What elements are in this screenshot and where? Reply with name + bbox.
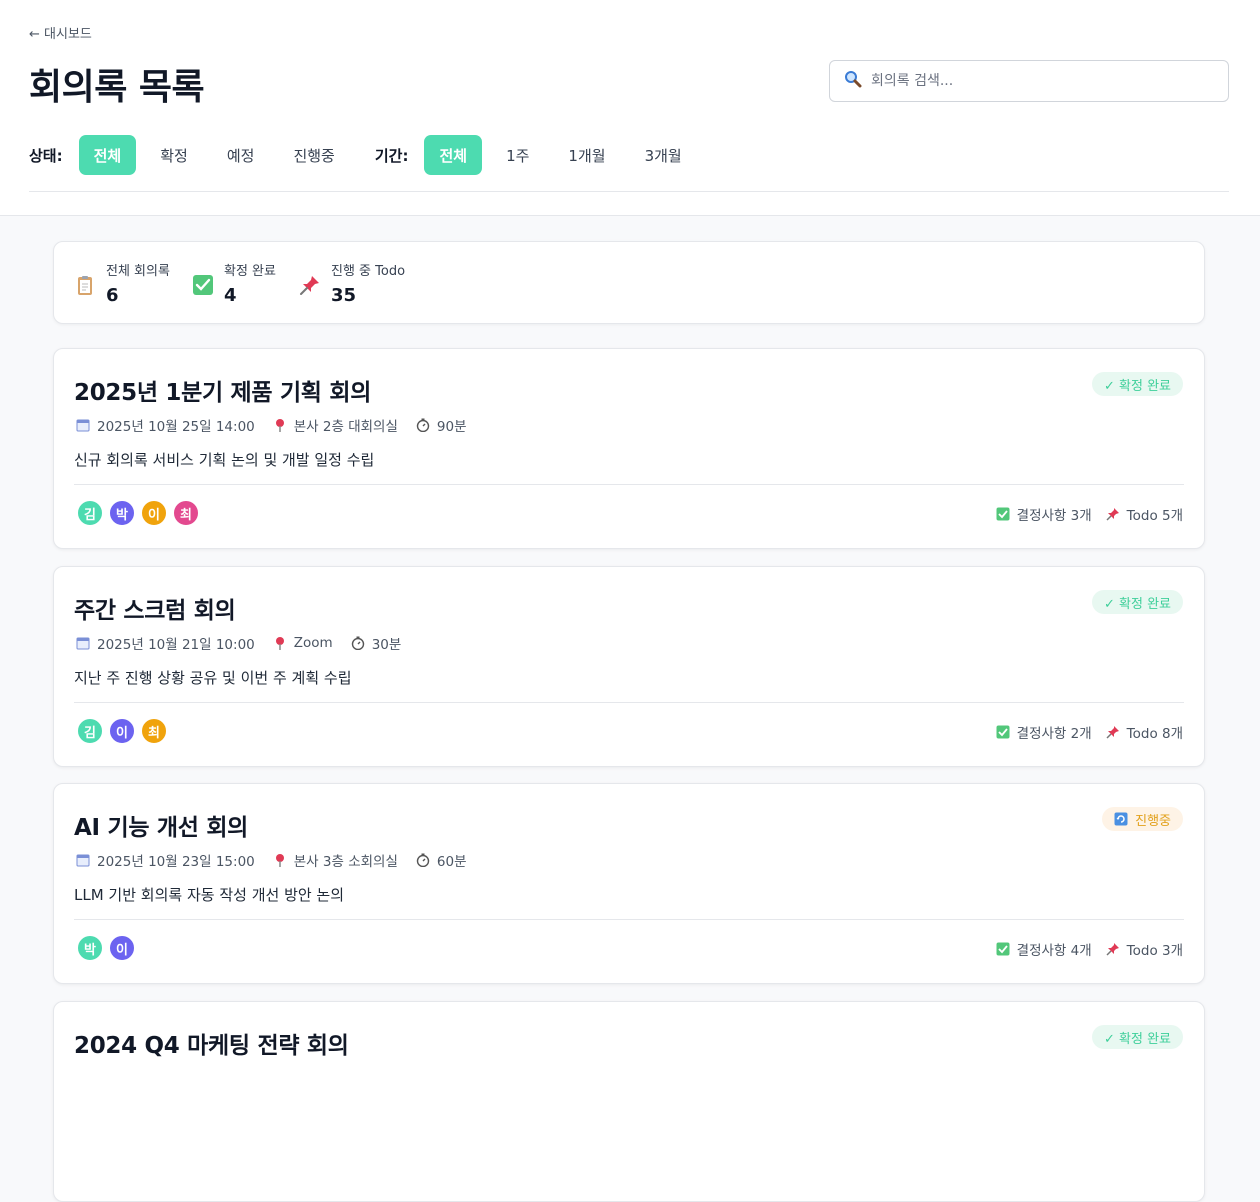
calendar-icon [76, 637, 90, 650]
check-box-icon [192, 274, 214, 296]
participant-avatars: 박 이 [76, 934, 140, 962]
back-to-dashboard-link[interactable]: ← 대시보드 [29, 23, 92, 42]
status-badge: ✓ 확정 완료 [1092, 372, 1183, 396]
decision-count: 결정사항 3개 [1016, 508, 1092, 524]
check-box-icon [996, 507, 1010, 521]
timer-icon [416, 853, 430, 867]
pushpin-icon [299, 274, 321, 296]
participant-avatars: 김 이 최 [76, 717, 172, 745]
decision-count: 결정사항 2개 [1016, 726, 1092, 742]
card-divider [74, 919, 1184, 920]
stat-value: 6 [106, 285, 119, 306]
meeting-date: 2025년 10월 25일 14:00 [97, 419, 255, 435]
status-filter-label: 상태: [29, 146, 63, 165]
card-divider [74, 702, 1184, 703]
meeting-description: 신규 회의록 서비스 기획 논의 및 개발 일정 수립 [74, 451, 375, 469]
meeting-meta: 2025년 10월 21일 10:00 Zoom 30분 [76, 633, 419, 653]
pushpin-icon [1106, 508, 1119, 521]
status-badge: ✓ 확정 완료 [1092, 590, 1183, 614]
filter-bar: 상태: 전체 확정 예정 진행중 기간: 전체 1주 1개월 3개월 [29, 135, 706, 175]
period-filter-all[interactable]: 전체 [424, 135, 483, 175]
status-filter-scheduled[interactable]: 예정 [212, 135, 270, 175]
meeting-title[interactable]: 2024 Q4 마케팅 전략 회의 [74, 1026, 349, 1060]
meeting-location: 본사 3층 소회의실 [293, 854, 398, 870]
stat-label: 전체 회의록 [106, 264, 170, 279]
participant-avatars: 김 박 이 최 [76, 499, 204, 527]
meeting-counts: 결정사항 3개 Todo 5개 [982, 504, 1183, 524]
status-badge: 진행중 [1102, 807, 1183, 831]
meeting-date: 2025년 10월 21일 10:00 [97, 637, 255, 653]
meeting-card[interactable]: 2025년 1분기 제품 기획 회의 ✓ 확정 완료 2025년 10월 25일… [53, 348, 1205, 549]
check-box-icon [996, 942, 1010, 956]
meeting-duration: 60분 [436, 854, 467, 870]
timer-icon [351, 636, 364, 650]
card-divider [74, 484, 1184, 485]
pushpin-icon [1106, 943, 1119, 956]
stat-label: 확정 완료 [224, 264, 276, 279]
todo-count: Todo 5개 [1126, 508, 1183, 524]
period-filter-3months[interactable]: 3개월 [630, 135, 697, 175]
decision-count: 결정사항 4개 [1016, 943, 1092, 959]
meeting-meta: 2025년 10월 23일 15:00 본사 3층 소회의실 60분 [76, 850, 485, 870]
avatar: 최 [140, 717, 168, 745]
meeting-counts: 결정사항 2개 Todo 8개 [982, 722, 1183, 742]
meeting-card[interactable]: 주간 스크럼 회의 ✓ 확정 완료 2025년 10월 21일 10:00 Zo… [53, 566, 1205, 767]
meeting-location: 본사 2층 대회의실 [293, 419, 398, 435]
meeting-card[interactable]: 2024 Q4 마케팅 전략 회의 ✓ 확정 완료 [53, 1001, 1205, 1202]
status-badge-label: 진행중 [1135, 813, 1171, 829]
avatar: 박 [108, 499, 136, 527]
page-title: 회의록 목록 [29, 67, 205, 108]
avatar: 이 [140, 499, 168, 527]
search-input[interactable] [871, 73, 1201, 89]
period-filter-1week[interactable]: 1주 [491, 135, 544, 175]
meeting-title[interactable]: AI 기능 개선 회의 [74, 808, 248, 842]
stat-total-meetings: 전체 회의록 6 [74, 260, 170, 306]
location-pin-icon [275, 854, 284, 867]
stat-active-todos: 진행 중 Todo 35 [299, 260, 405, 306]
search-icon [844, 70, 862, 92]
location-pin-icon [275, 637, 284, 650]
refresh-icon [1114, 812, 1128, 826]
avatar: 박 [76, 934, 104, 962]
search-box[interactable] [829, 60, 1229, 102]
meeting-meta: 2025년 10월 25일 14:00 본사 2층 대회의실 90분 [76, 415, 485, 435]
todo-count: Todo 3개 [1126, 943, 1183, 959]
todo-count: Todo 8개 [1126, 726, 1183, 742]
timer-icon [416, 418, 430, 432]
status-filter-in-progress[interactable]: 진행중 [278, 135, 349, 175]
calendar-icon [76, 419, 90, 432]
avatar: 김 [76, 717, 104, 745]
avatar: 김 [76, 499, 104, 527]
meeting-counts: 결정사항 4개 Todo 3개 [982, 939, 1183, 959]
header-divider [29, 191, 1229, 192]
meeting-description: LLM 기반 회의록 자동 작성 개선 방안 논의 [74, 886, 345, 904]
stat-label: 진행 중 Todo [331, 264, 406, 279]
meeting-title[interactable]: 2025년 1분기 제품 기획 회의 [74, 373, 371, 407]
clipboard-icon [74, 274, 96, 296]
page-header: ← 대시보드 회의록 목록 상태: 전체 확정 예정 진행중 기간: 전체 1주… [0, 0, 1260, 216]
status-badge: ✓ 확정 완료 [1092, 1025, 1183, 1049]
status-filter-confirmed[interactable]: 확정 [145, 135, 203, 175]
stat-value: 35 [331, 285, 357, 306]
stats-summary: 전체 회의록 6 확정 완료 4 진행 중 Todo 35 [53, 241, 1205, 324]
stat-confirmed: 확정 완료 4 [192, 260, 276, 306]
check-box-icon [996, 725, 1010, 739]
calendar-icon [76, 854, 90, 867]
avatar: 이 [108, 934, 136, 962]
meeting-duration: 30분 [371, 637, 402, 653]
meeting-date: 2025년 10월 23일 15:00 [97, 854, 255, 870]
location-pin-icon [275, 419, 284, 432]
avatar: 최 [172, 499, 200, 527]
period-filter-1month[interactable]: 1개월 [553, 135, 620, 175]
avatar: 이 [108, 717, 136, 745]
meeting-duration: 90분 [436, 419, 467, 435]
meeting-card[interactable]: AI 기능 개선 회의 진행중 2025년 10월 23일 15:00 본사 3… [53, 783, 1205, 984]
status-filter-all[interactable]: 전체 [78, 135, 137, 175]
meeting-title[interactable]: 주간 스크럼 회의 [74, 591, 236, 625]
period-filter-label: 기간: [374, 146, 409, 165]
stat-value: 4 [224, 285, 237, 306]
meeting-location: Zoom [293, 635, 333, 651]
meeting-description: 지난 주 진행 상황 공유 및 이번 주 계획 수립 [74, 669, 352, 687]
pushpin-icon [1106, 726, 1119, 739]
